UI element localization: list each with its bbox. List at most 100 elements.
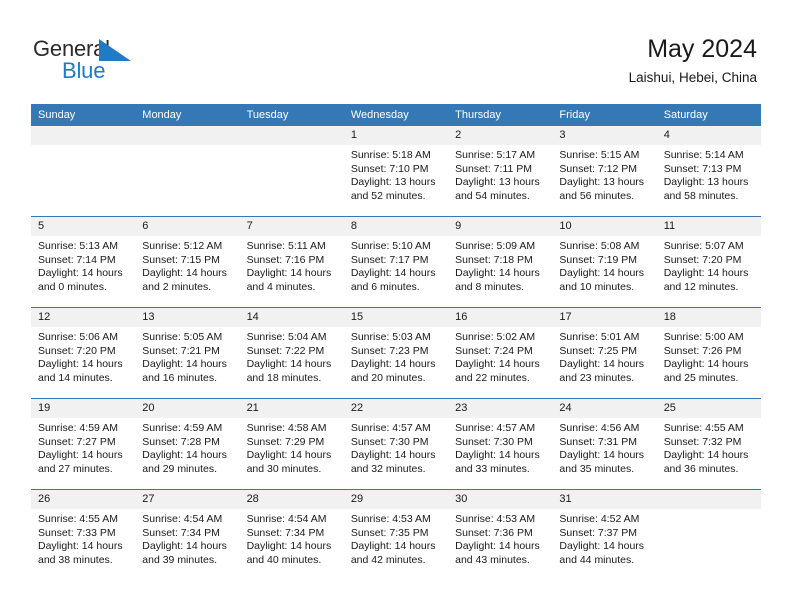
calendar-week-row: 19 Sunrise: 4:59 AM Sunset: 7:27 PM Dayligh… (31, 398, 761, 490)
calendar-day-cell[interactable]: 4 Sunrise: 5:14 AM Sunset: 7:13 PM Daylight… (656, 126, 761, 217)
daylight-text: Daylight: 14 hours and 35 minutes. (559, 449, 645, 475)
day-details: Sunrise: 4:58 AM Sunset: 7:29 PM Daylight:… (240, 418, 344, 476)
daylight-text: Daylight: 14 hours and 23 minutes. (559, 358, 645, 384)
sunset-text: Sunset: 7:13 PM (663, 162, 742, 175)
brand-logo[interactable]: General Blue (33, 38, 213, 86)
calendar-day-cell[interactable]: 18 Sunrise: 5:00 AM Sunset: 7:26 PM Dayligh… (656, 307, 761, 399)
day-details: Sunrise: 4:59 AM Sunset: 7:27 PM Daylight:… (31, 418, 135, 476)
daylight-text: Daylight: 14 hours and 8 minutes. (455, 267, 540, 293)
day-details: Sunrise: 5:06 AM Sunset: 7:20 PM Daylight:… (31, 327, 135, 385)
sunrise-text: Sunrise: 4:57 AM (455, 422, 536, 434)
calendar-day-cell[interactable]: 9 Sunrise: 5:09 AM Sunset: 7:18 PM Daylight… (448, 216, 553, 308)
sunset-text: Sunset: 7:17 PM (350, 253, 429, 266)
sunrise-text: Sunrise: 5:12 AM (142, 240, 223, 252)
sunrise-text: Sunrise: 5:00 AM (663, 331, 744, 343)
sunset-text: Sunset: 7:32 PM (663, 435, 742, 448)
daylight-text: Daylight: 13 hours and 52 minutes. (350, 176, 436, 202)
calendar-day-cell[interactable]: 12 Sunrise: 5:06 AM Sunset: 7:20 PM Dayligh… (31, 307, 136, 399)
sunrise-text: Sunrise: 5:05 AM (142, 331, 223, 343)
calendar-body: 1 Sunrise: 5:18 AM Sunset: 7:10 PM Daylight… (31, 126, 761, 580)
page-header: General Blue May 2024 Laishui, Hebei, Ch… (0, 0, 792, 104)
calendar-day-cell[interactable]: 29 Sunrise: 4:53 AM Sunset: 7:35 PM Dayligh… (343, 489, 449, 580)
sunset-text: Sunset: 7:22 PM (246, 344, 325, 357)
calendar-day-cell[interactable]: 30 Sunrise: 4:53 AM Sunset: 7:36 PM Dayligh… (448, 489, 553, 580)
calendar-day-cell[interactable]: 2 Sunrise: 5:17 AM Sunset: 7:11 PM Daylight… (448, 126, 553, 217)
calendar-day-cell[interactable]: 21 Sunrise: 4:58 AM Sunset: 7:29 PM Dayligh… (239, 398, 344, 490)
sunrise-text: Sunrise: 4:54 AM (142, 513, 223, 525)
daylight-text: Daylight: 14 hours and 42 minutes. (350, 540, 436, 566)
day-number (135, 126, 240, 145)
day-details: Sunrise: 4:53 AM Sunset: 7:36 PM Daylight:… (448, 509, 552, 567)
calendar-day-cell[interactable]: 25 Sunrise: 4:55 AM Sunset: 7:32 PM Dayligh… (656, 398, 761, 490)
calendar-page: General Blue May 2024 Laishui, Hebei, Ch… (0, 0, 792, 612)
sunset-text: Sunset: 7:37 PM (559, 526, 638, 539)
day-details: Sunrise: 5:18 AM Sunset: 7:10 PM Daylight:… (344, 145, 448, 203)
calendar-day-cell[interactable]: 14 Sunrise: 5:04 AM Sunset: 7:22 PM Dayligh… (239, 307, 344, 399)
sunrise-text: Sunrise: 5:04 AM (246, 331, 327, 343)
calendar-day-cell[interactable]: 13 Sunrise: 5:05 AM Sunset: 7:21 PM Dayligh… (135, 307, 240, 399)
calendar-day-cell[interactable]: 20 Sunrise: 4:59 AM Sunset: 7:28 PM Dayligh… (135, 398, 240, 490)
day-number: 19 (31, 399, 136, 418)
calendar-day-cell[interactable]: 5 Sunrise: 5:13 AM Sunset: 7:14 PM Daylight… (31, 216, 136, 308)
calendar-day-cell[interactable]: 26 Sunrise: 4:55 AM Sunset: 7:33 PM Dayligh… (31, 489, 136, 580)
calendar-day-cell[interactable]: 31 Sunrise: 4:52 AM Sunset: 7:37 PM Dayligh… (552, 489, 657, 580)
sunset-text: Sunset: 7:33 PM (38, 526, 116, 539)
weekday-header-wednesday: Wednesday (343, 104, 449, 126)
daylight-text: Daylight: 14 hours and 44 minutes. (559, 540, 645, 566)
calendar-day-cell[interactable]: 16 Sunrise: 5:02 AM Sunset: 7:24 PM Dayligh… (448, 307, 553, 399)
day-number: 22 (343, 399, 449, 418)
sunrise-text: Sunrise: 5:08 AM (559, 240, 640, 252)
sunrise-text: Sunrise: 4:52 AM (559, 513, 640, 525)
daylight-text: Daylight: 14 hours and 29 minutes. (142, 449, 227, 475)
day-number: 15 (343, 308, 449, 327)
daylight-text: Daylight: 14 hours and 33 minutes. (455, 449, 540, 475)
daylight-text: Daylight: 13 hours and 56 minutes. (559, 176, 645, 202)
day-number: 7 (239, 217, 344, 236)
daylight-text: Daylight: 14 hours and 22 minutes. (455, 358, 540, 384)
calendar-day-cell[interactable]: 22 Sunrise: 4:57 AM Sunset: 7:30 PM Dayligh… (343, 398, 449, 490)
sunrise-text: Sunrise: 4:59 AM (142, 422, 223, 434)
calendar-day-cell[interactable]: 7 Sunrise: 5:11 AM Sunset: 7:16 PM Daylight… (239, 216, 344, 308)
day-number: 30 (448, 490, 553, 509)
day-details: Sunrise: 4:55 AM Sunset: 7:32 PM Daylight:… (657, 418, 761, 476)
daylight-text: Daylight: 14 hours and 38 minutes. (38, 540, 123, 566)
day-number: 5 (31, 217, 136, 236)
weekday-header-friday: Friday (552, 104, 657, 126)
sunset-text: Sunset: 7:16 PM (246, 253, 325, 266)
day-number: 3 (552, 126, 657, 145)
calendar-day-cell[interactable]: 24 Sunrise: 4:56 AM Sunset: 7:31 PM Dayligh… (552, 398, 657, 490)
calendar-day-cell[interactable]: 19 Sunrise: 4:59 AM Sunset: 7:27 PM Dayligh… (31, 398, 136, 490)
weekday-header-monday: Monday (135, 104, 240, 126)
calendar-day-cell[interactable]: 11 Sunrise: 5:07 AM Sunset: 7:20 PM Dayligh… (656, 216, 761, 308)
day-number: 14 (239, 308, 344, 327)
daylight-text: Daylight: 13 hours and 54 minutes. (455, 176, 540, 202)
sunrise-text: Sunrise: 5:18 AM (350, 149, 431, 161)
calendar-day-cell[interactable]: 23 Sunrise: 4:57 AM Sunset: 7:30 PM Dayligh… (448, 398, 553, 490)
day-details: Sunrise: 5:05 AM Sunset: 7:21 PM Daylight:… (135, 327, 239, 385)
day-number: 27 (135, 490, 240, 509)
daylight-text: Daylight: 14 hours and 36 minutes. (663, 449, 749, 475)
calendar-day-cell[interactable]: 8 Sunrise: 5:10 AM Sunset: 7:17 PM Daylight… (343, 216, 449, 308)
calendar-day-cell[interactable]: 3 Sunrise: 5:15 AM Sunset: 7:12 PM Daylight… (552, 126, 657, 217)
sunset-text: Sunset: 7:28 PM (142, 435, 220, 448)
calendar-day-cell[interactable]: 1 Sunrise: 5:18 AM Sunset: 7:10 PM Daylight… (343, 126, 449, 217)
day-number: 4 (656, 126, 761, 145)
day-number: 16 (448, 308, 553, 327)
daylight-text: Daylight: 13 hours and 58 minutes. (663, 176, 749, 202)
day-details: Sunrise: 4:54 AM Sunset: 7:34 PM Daylight:… (135, 509, 239, 567)
weekday-header-tuesday: Tuesday (239, 104, 344, 126)
day-details: Sunrise: 4:56 AM Sunset: 7:31 PM Daylight:… (552, 418, 656, 476)
page-title: May 2024 (647, 35, 757, 63)
daylight-text: Daylight: 14 hours and 25 minutes. (663, 358, 749, 384)
calendar-day-cell[interactable]: 27 Sunrise: 4:54 AM Sunset: 7:34 PM Dayligh… (135, 489, 240, 580)
calendar-head: Sunday Monday Tuesday Wednesday Thursday… (31, 104, 761, 126)
calendar-day-cell[interactable]: 28 Sunrise: 4:54 AM Sunset: 7:34 PM Dayligh… (239, 489, 344, 580)
calendar-day-cell[interactable]: 15 Sunrise: 5:03 AM Sunset: 7:23 PM Dayligh… (343, 307, 449, 399)
calendar-day-cell[interactable]: 10 Sunrise: 5:08 AM Sunset: 7:19 PM Dayligh… (552, 216, 657, 308)
day-details: Sunrise: 5:13 AM Sunset: 7:14 PM Daylight:… (31, 236, 135, 294)
calendar-day-cell[interactable]: 6 Sunrise: 5:12 AM Sunset: 7:15 PM Daylight… (135, 216, 240, 308)
daylight-text: Daylight: 14 hours and 39 minutes. (142, 540, 227, 566)
sunrise-text: Sunrise: 5:10 AM (350, 240, 431, 252)
sunset-text: Sunset: 7:34 PM (246, 526, 325, 539)
calendar-day-cell[interactable]: 17 Sunrise: 5:01 AM Sunset: 7:25 PM Dayligh… (552, 307, 657, 399)
